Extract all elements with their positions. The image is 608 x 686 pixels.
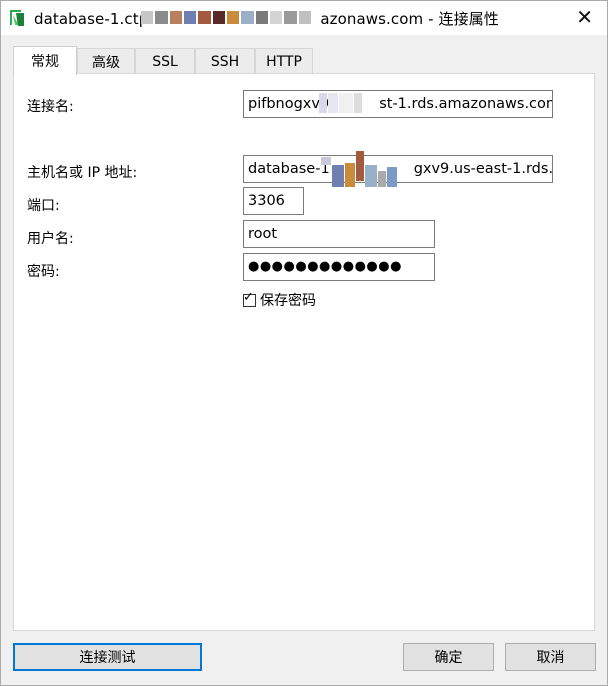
host-label: 主机名或 IP 地址: bbox=[27, 165, 138, 181]
password-field[interactable]: ●●●●●●●●●●●●● bbox=[243, 253, 435, 281]
tab-ssh[interactable]: SSH bbox=[195, 48, 255, 74]
tab-bar: 常规 高级 SSL SSH HTTP bbox=[13, 46, 313, 75]
username-label: 用户名: bbox=[27, 231, 74, 247]
close-button[interactable]: ✕ bbox=[576, 5, 593, 29]
save-password-label: 保存密码 bbox=[260, 293, 316, 309]
tab-advanced[interactable]: 高级 bbox=[77, 48, 135, 74]
save-password-checkbox[interactable]: ✓ bbox=[243, 289, 256, 307]
redacted-mosaic bbox=[141, 11, 311, 24]
connection-properties-window: database-1.ctp azonaws.com - 连接属性 ✕ 常规 高级… bbox=[0, 0, 608, 686]
connection-name-label: 连接名: bbox=[27, 99, 74, 115]
ok-button[interactable]: 确定 bbox=[403, 643, 494, 671]
test-connection-button[interactable]: 连接测试 bbox=[13, 643, 202, 671]
port-label: 端口: bbox=[27, 198, 60, 214]
connection-name-field[interactable]: pifbnogxv9 st-1.rds.amazonaws.com bbox=[243, 90, 553, 118]
save-password-option[interactable]: ✓ 保存密码 bbox=[243, 290, 316, 310]
title-bar[interactable]: database-1.ctp azonaws.com - 连接属性 ✕ bbox=[1, 1, 607, 35]
checkmark-icon: ✓ bbox=[243, 289, 254, 305]
host-field[interactable]: database-1gxv9.us-east-1.rds.am bbox=[243, 155, 553, 183]
tab-general[interactable]: 常规 bbox=[13, 46, 77, 75]
password-label: 密码: bbox=[27, 264, 60, 280]
redacted-mosaic bbox=[321, 151, 397, 187]
port-field[interactable]: 3306 bbox=[243, 187, 304, 215]
redacted-mosaic bbox=[319, 93, 362, 113]
tab-ssl[interactable]: SSL bbox=[135, 48, 195, 74]
username-field[interactable]: root bbox=[243, 220, 435, 248]
cancel-button[interactable]: 取消 bbox=[505, 643, 596, 671]
general-tab-panel: 连接名: pifbnogxv9 st-1.rds.amazonaws.com 主机… bbox=[13, 73, 595, 631]
tab-http[interactable]: HTTP bbox=[255, 48, 313, 74]
navicat-app-icon bbox=[10, 10, 24, 26]
close-icon[interactable]: ✕ bbox=[576, 5, 593, 29]
